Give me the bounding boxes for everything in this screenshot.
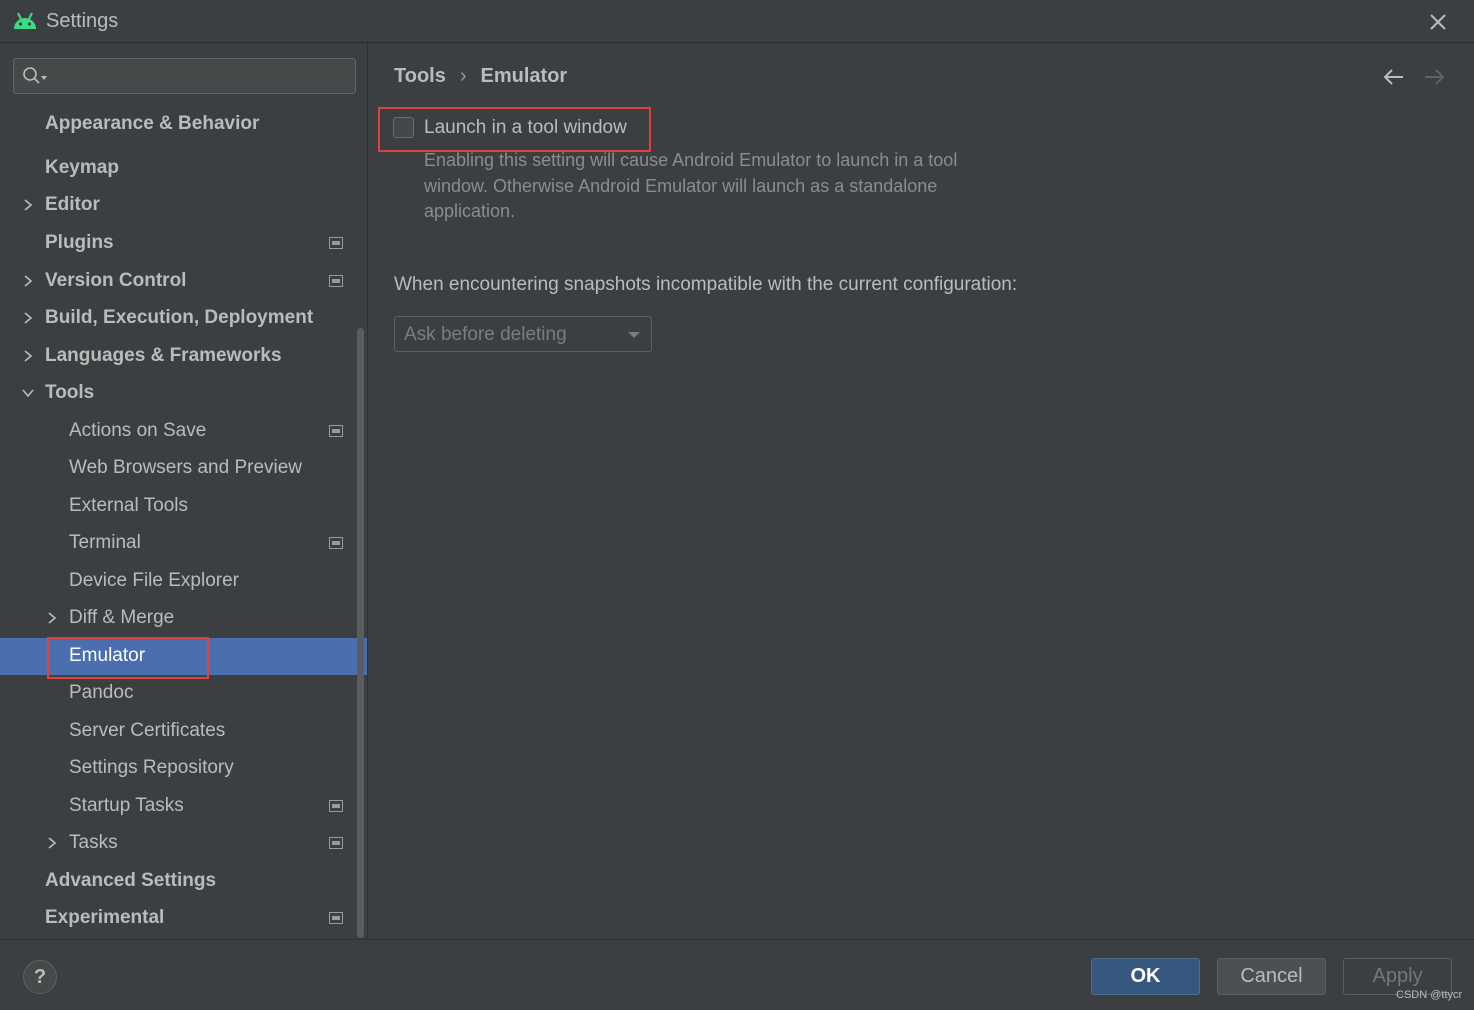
sidebar-item-terminal[interactable]: Terminal [0, 525, 368, 562]
watermark: CSDN @ttycr [1396, 989, 1463, 1001]
project-level-icon [329, 800, 343, 812]
sidebar-scrollbar-thumb[interactable] [357, 328, 364, 938]
settings-sidebar: Appearance & Behavior Keymap Editor Plugins… [0, 43, 368, 939]
sidebar-scrollbar[interactable] [355, 328, 366, 938]
sidebar-item-label: Version Control [45, 270, 187, 291]
sidebar-item-label: Web Browsers and Preview [69, 457, 303, 478]
sidebar-item-external-tools[interactable]: External Tools [0, 488, 368, 525]
snapshot-dropdown[interactable]: Ask before deleting [394, 316, 652, 352]
sidebar-item-label: Emulator [69, 645, 146, 666]
launch-description: Enabling this setting will cause Android… [424, 150, 958, 221]
sidebar-item-tools[interactable]: Tools [0, 375, 368, 412]
sidebar-item-version-control[interactable]: Version Control [0, 263, 368, 300]
chevron-right-icon[interactable] [21, 311, 35, 325]
project-level-icon [329, 425, 343, 437]
launch-in-tool-window-checkbox[interactable] [393, 117, 414, 138]
sidebar-item-label: Experimental [45, 907, 165, 928]
sidebar-item-tasks[interactable]: Tasks [0, 825, 368, 862]
sidebar-item-appearance-and-behavior[interactable]: Appearance & Behavior [0, 106, 368, 143]
sidebar-item-label: Keymap [45, 157, 119, 178]
chevron-right-icon[interactable] [45, 611, 59, 625]
breadcrumb-tools[interactable]: Tools [394, 65, 446, 88]
chevron-right-icon[interactable] [21, 198, 35, 212]
title-bar: Settings [0, 0, 1474, 43]
snapshot-dropdown-value: Ask before deleting [404, 324, 567, 345]
sidebar-item-label: Startup Tasks [69, 795, 184, 816]
chevron-right-icon[interactable] [21, 274, 35, 288]
project-level-icon [329, 837, 343, 849]
sidebar-item-label: External Tools [69, 495, 188, 516]
sidebar-item-startup-tasks[interactable]: Startup Tasks [0, 788, 368, 825]
search-icon[interactable] [22, 66, 48, 86]
sidebar-item-label: Advanced Settings [45, 870, 217, 891]
sidebar-item-keymap[interactable]: Keymap [0, 150, 368, 187]
chevron-down-icon [628, 332, 640, 338]
sidebar-item-advanced-settings[interactable]: Advanced Settings [0, 863, 368, 900]
sidebar-item-label: Tools [45, 382, 95, 403]
sidebar-item-plugins[interactable]: Plugins [0, 225, 368, 262]
ok-button[interactable]: OK [1091, 958, 1200, 995]
sidebar-item-label: Editor [45, 194, 100, 215]
sidebar-item-actions-on-save[interactable]: Actions on Save [0, 413, 368, 450]
breadcrumb-emulator: Emulator [480, 65, 568, 87]
cancel-button[interactable]: Cancel [1217, 958, 1326, 995]
sidebar-item-server-certificates[interactable]: Server Certificates [0, 713, 368, 750]
chevron-down-icon[interactable] [21, 386, 35, 400]
sidebar-item-web-browsers-and-preview[interactable]: Web Browsers and Preview [0, 450, 368, 487]
sidebar-item-settings-repository[interactable]: Settings Repository [0, 750, 368, 787]
sidebar-item-label: Device File Explorer [69, 570, 239, 591]
sidebar-item-label: Build, Execution, Deployment [45, 307, 314, 328]
sidebar-item-label: Settings Repository [69, 757, 234, 778]
close-icon[interactable] [1424, 8, 1452, 36]
project-level-icon [329, 912, 343, 924]
breadcrumb-separator: › [459, 65, 467, 87]
sidebar-item-label: Languages & Frameworks [45, 345, 282, 366]
arrow-left-icon[interactable] [1382, 67, 1406, 87]
sidebar-item-experimental[interactable]: Experimental [0, 900, 368, 937]
android-icon [14, 12, 36, 29]
sidebar-item-label: Terminal [69, 532, 141, 553]
search-input[interactable] [54, 63, 349, 89]
sidebar-item-pandoc[interactable]: Pandoc [0, 675, 368, 712]
content-pane: Tools › Emulator Launch in a tool window E… [369, 43, 1474, 939]
project-level-icon [329, 275, 343, 287]
sidebar-item-label: Server Certificates [69, 720, 226, 741]
sidebar-item-label: Tasks [69, 832, 118, 853]
sidebar-item-languages-and-frameworks[interactable]: Languages & Frameworks [0, 338, 368, 375]
help-button[interactable]: ? [23, 960, 57, 994]
sidebar-item-device-file-explorer[interactable]: Device File Explorer [0, 563, 368, 600]
arrow-right-icon[interactable] [1422, 67, 1446, 87]
chevron-right-icon[interactable] [21, 349, 35, 363]
sidebar-item-emulator[interactable]: Emulator [0, 638, 367, 675]
launch-in-tool-window-label[interactable]: Launch in a tool window [424, 117, 627, 139]
dialog-footer: ? OK Cancel Apply CSDN @ttycr [0, 939, 1474, 1010]
window-title: Settings [46, 10, 119, 32]
sidebar-item-label: Pandoc [69, 682, 134, 703]
chevron-right-icon[interactable] [45, 836, 59, 850]
sidebar-item-label: Appearance & Behavior [45, 113, 260, 134]
sidebar-item-label: Actions on Save [69, 420, 207, 441]
breadcrumb: Tools › Emulator [394, 65, 567, 88]
sidebar-item-build-execution-deployment[interactable]: Build, Execution, Deployment [0, 300, 368, 337]
sidebar-item-label: Plugins [45, 232, 114, 253]
sidebar-item-editor[interactable]: Editor [0, 187, 368, 224]
project-level-icon [329, 237, 343, 249]
search-box[interactable] [13, 58, 356, 94]
project-level-icon [329, 537, 343, 549]
snapshot-question: When encountering snapshots incompatible… [394, 274, 1018, 295]
sidebar-item-label: Diff & Merge [69, 607, 175, 628]
sidebar-item-diff-and-merge[interactable]: Diff & Merge [0, 600, 368, 637]
